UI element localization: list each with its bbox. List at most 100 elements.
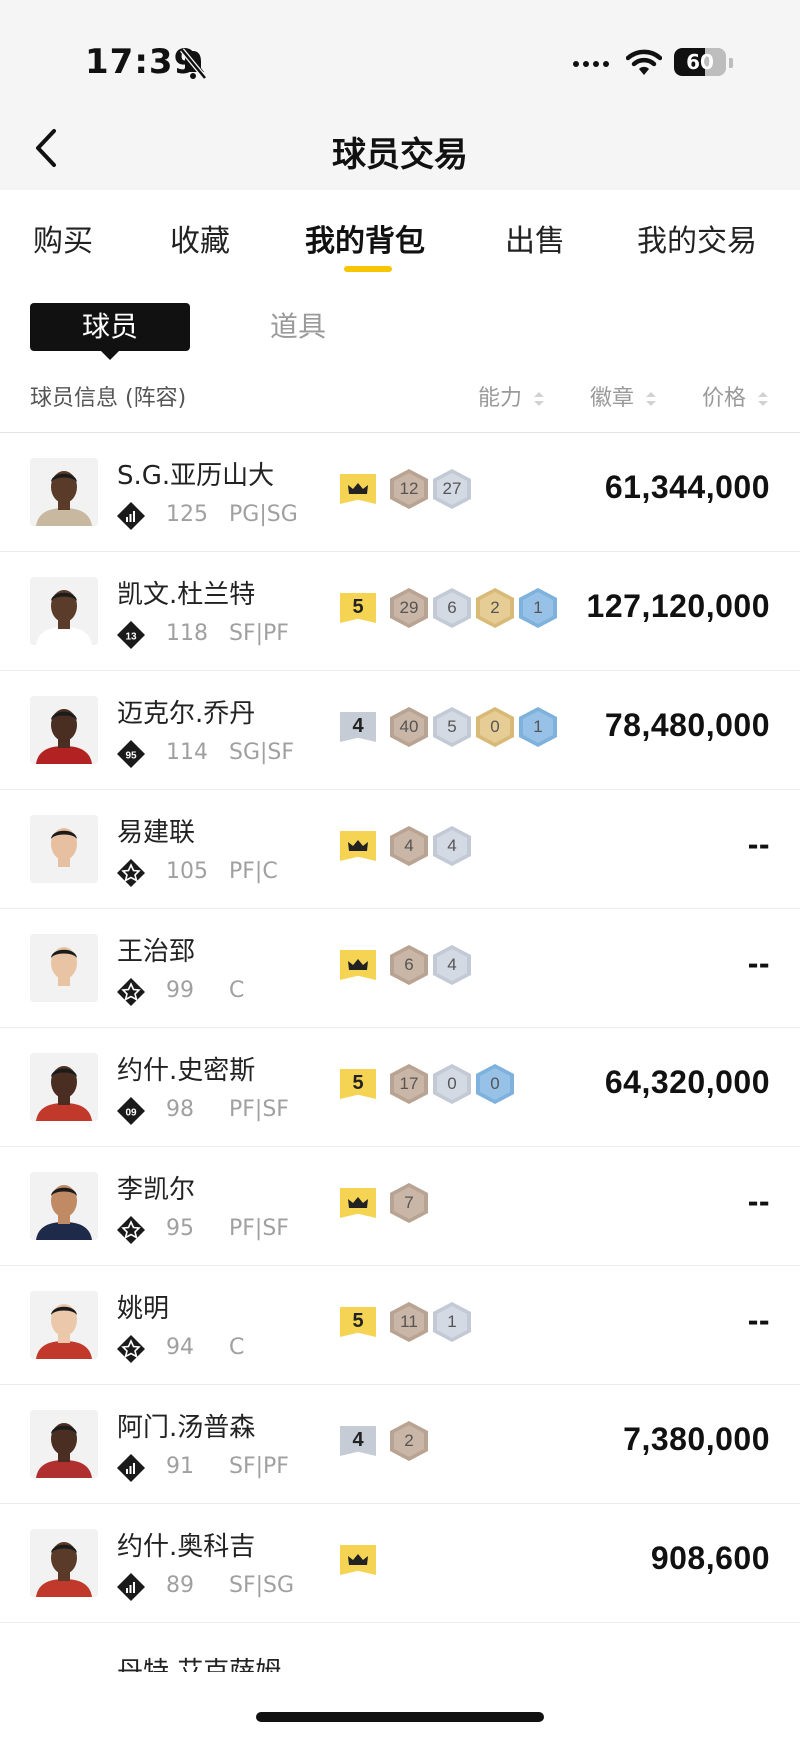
crown-level-icon	[340, 474, 376, 504]
wifi-icon	[626, 49, 662, 75]
badge-silver: 1	[433, 1302, 471, 1342]
tab-favorites[interactable]: 收藏	[170, 216, 230, 260]
bell-muted-icon	[180, 48, 207, 80]
player-avatar	[30, 1291, 98, 1359]
player-row[interactable]: 姚明 94 C 5 11 1 --	[0, 1266, 800, 1385]
player-position: PF|C	[229, 859, 278, 884]
player-price: 7,380,000	[623, 1421, 770, 1457]
level-badge: 4	[340, 1426, 376, 1456]
player-rating: 89	[166, 1573, 194, 1598]
player-price: 64,320,000	[604, 1064, 770, 1100]
crown-level-icon	[340, 1545, 376, 1575]
player-rating: 98	[166, 1097, 194, 1122]
level-badge: 5	[340, 593, 376, 623]
sort-icon	[758, 392, 769, 406]
player-position: C	[229, 1335, 245, 1360]
battery-icon: 60	[674, 48, 726, 76]
player-avatar	[30, 815, 98, 883]
player-rating: 125	[166, 502, 208, 527]
player-name: 约什.史密斯	[117, 1056, 256, 1086]
player-price: 78,480,000	[604, 707, 770, 743]
tier-icon: 95	[117, 740, 145, 768]
svg-text:95: 95	[125, 751, 137, 762]
tab-my-backpack[interactable]: 我的背包	[305, 216, 425, 260]
home-indicator[interactable]	[256, 1712, 544, 1722]
status-bar: 17:39 60	[0, 0, 800, 105]
badge-bronze: 2	[390, 1421, 428, 1461]
player-rating: 94	[166, 1335, 194, 1360]
player-avatar	[30, 1529, 98, 1597]
badge-silver: 27	[433, 469, 471, 509]
player-price: 61,344,000	[604, 469, 770, 505]
badge-silver: 4	[433, 945, 471, 985]
column-price-sort[interactable]: 价格	[702, 380, 769, 412]
badge-bronze: 17	[390, 1064, 428, 1104]
player-avatar	[30, 577, 98, 645]
player-name: 凯文.杜兰特	[117, 580, 256, 610]
tab-buy[interactable]: 购买	[33, 216, 93, 260]
player-row[interactable]: 约什.奥科吉 89 SF|SG 908,600	[0, 1504, 800, 1623]
player-row[interactable]: 迈克尔.乔丹 95 114 SG|SF 4 40 5 0 1 78,480,000	[0, 671, 800, 790]
column-player-info: 球员信息 (阵容)	[30, 386, 187, 411]
badge-bronze: 29	[390, 588, 428, 628]
badge-blue: 0	[476, 1064, 514, 1104]
player-list: S.G.亚历山大 125 PG|SG 12 27 61,344,000 凯文.杜兰特 13 11…	[0, 433, 800, 1623]
player-price: 127,120,000	[586, 588, 770, 624]
badge-silver: 4	[433, 826, 471, 866]
tier-icon	[117, 1573, 145, 1601]
badge-gold: 2	[476, 588, 514, 628]
player-rating: 114	[166, 740, 208, 765]
player-rating: 118	[166, 621, 208, 646]
badge-bronze: 7	[390, 1183, 428, 1223]
badge-silver: 0	[433, 1064, 471, 1104]
page-title: 球员交易	[332, 135, 468, 175]
column-badge-sort[interactable]: 徽章	[590, 380, 657, 412]
column-badge-label: 徽章	[590, 386, 635, 411]
badge-bronze: 40	[390, 707, 428, 747]
player-name: 阿门.汤普森	[117, 1413, 256, 1443]
crown-level-icon	[340, 950, 376, 980]
player-row[interactable]: 约什.史密斯 09 98 PF|SF 5 17 0 0 64,320,000	[0, 1028, 800, 1147]
player-position: PF|SF	[229, 1097, 289, 1122]
segment-items[interactable]: 道具	[270, 305, 326, 345]
level-badge: 5	[340, 1069, 376, 1099]
player-avatar	[30, 1172, 98, 1240]
tab-my-trades[interactable]: 我的交易	[637, 216, 757, 260]
tier-icon	[117, 859, 145, 887]
player-price: --	[747, 826, 770, 862]
column-ability-sort[interactable]: 能力	[478, 380, 545, 412]
tier-icon	[117, 1216, 145, 1244]
sort-icon	[534, 392, 545, 406]
player-name: 王治郅	[117, 937, 196, 967]
badge-blue: 1	[519, 588, 557, 628]
player-position: SF|SG	[229, 1573, 295, 1598]
player-position: PF|SF	[229, 1216, 289, 1241]
player-row[interactable]: S.G.亚历山大 125 PG|SG 12 27 61,344,000	[0, 433, 800, 552]
player-position: PG|SG	[229, 502, 298, 527]
player-avatar	[30, 934, 98, 1002]
main-tabs: 购买 收藏 我的背包 出售 我的交易	[0, 190, 800, 272]
player-rating: 105	[166, 859, 208, 884]
player-name: 姚明	[117, 1294, 170, 1324]
player-row[interactable]: 易建联 105 PF|C 4 4 --	[0, 790, 800, 909]
cellular-signal-icon	[573, 52, 613, 71]
badge-gold: 0	[476, 707, 514, 747]
tier-icon	[117, 978, 145, 1006]
badge-bronze: 11	[390, 1302, 428, 1342]
player-rating: 99	[166, 978, 194, 1003]
player-name: 易建联	[117, 818, 196, 848]
player-row[interactable]: 王治郅 99 C 6 4 --	[0, 909, 800, 1028]
badge-blue: 1	[519, 707, 557, 747]
badge-bronze: 12	[390, 469, 428, 509]
crown-level-icon	[340, 831, 376, 861]
player-rating: 91	[166, 1454, 194, 1479]
player-name: S.G.亚历山大	[117, 461, 275, 491]
player-avatar	[30, 458, 98, 526]
player-price: --	[747, 945, 770, 981]
player-row[interactable]: 凯文.杜兰特 13 118 SF|PF 5 29 6 2 1 127,120,000	[0, 552, 800, 671]
segment-players[interactable]: 球员	[30, 303, 190, 351]
tab-sell[interactable]: 出售	[505, 216, 565, 260]
player-name: 李凯尔	[117, 1175, 196, 1205]
player-row[interactable]: 李凯尔 95 PF|SF 7 --	[0, 1147, 800, 1266]
player-row[interactable]: 阿门.汤普森 91 SF|PF 4 2 7,380,000	[0, 1385, 800, 1504]
